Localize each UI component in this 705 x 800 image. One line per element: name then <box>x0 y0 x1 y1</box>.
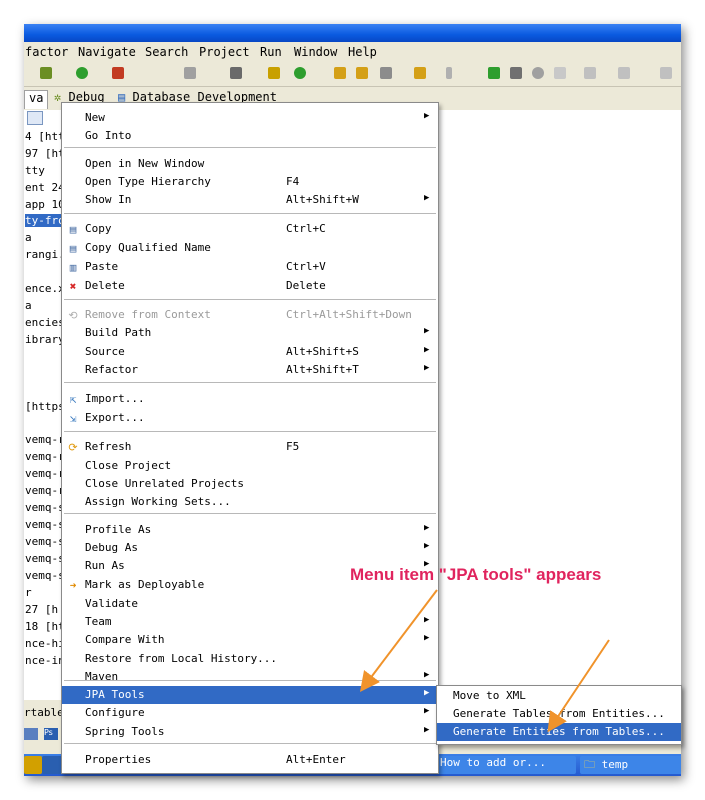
arrow-to-jpa-tools <box>359 589 438 692</box>
arrow-to-generate-entities <box>547 639 610 733</box>
annotation-arrows <box>359 589 610 733</box>
